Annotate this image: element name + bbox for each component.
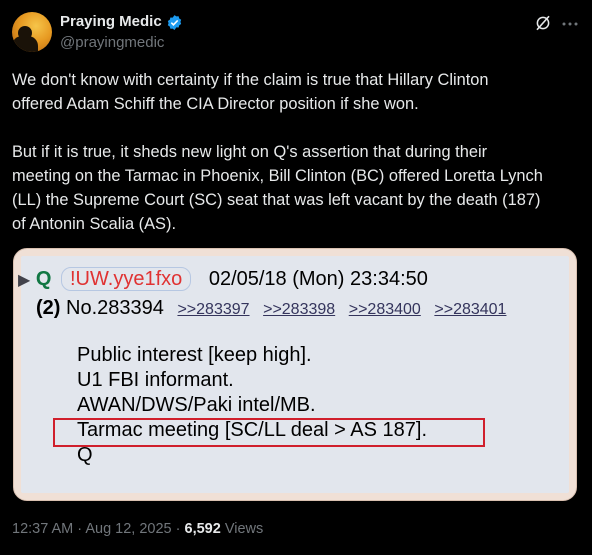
- post-tripcode: !UW.yye1fxo: [61, 267, 192, 291]
- avatar-silhouette-body: [12, 36, 38, 52]
- views-count: 6,592: [184, 521, 221, 537]
- avatar[interactable]: [12, 12, 52, 52]
- grok-icon[interactable]: [534, 14, 552, 32]
- tweet-line: We don't know with certainty if the clai…: [12, 71, 489, 89]
- author-handle[interactable]: @prayingmedic: [60, 34, 164, 51]
- tweet-line: offered Adam Schiff the CIA Director pos…: [12, 95, 419, 113]
- post-body-line: AWAN/DWS/Paki intel/MB.: [77, 394, 316, 416]
- post-index: (2): [36, 297, 61, 319]
- highlight-box: [53, 418, 485, 447]
- post-date: 02/05/18 (Mon) 23:34:50: [208, 268, 428, 290]
- tweet-line: (LL) the Supreme Court (SC) seat that wa…: [12, 191, 541, 209]
- post-header: ▶ Q !UW.yye1fxo 02/05/18 (Mon) 23:34:50: [18, 267, 428, 291]
- post-number-line: (2) No.283394 >>283397 >>283398 >>283400…: [36, 297, 506, 320]
- post-body-line: U1 FBI informant.: [77, 369, 234, 391]
- verified-badge-icon: [167, 15, 182, 30]
- post-number: No.283394: [66, 297, 164, 319]
- tweet-line: But if it is true, it sheds new light on…: [12, 143, 488, 161]
- tweet-line: meeting on the Tarmac in Phoenix, Bill C…: [12, 167, 543, 185]
- tweet-text: We don't know with certainty if the clai…: [12, 68, 582, 236]
- tweet-line: of Antonin Scalia (AS).: [12, 215, 176, 233]
- post-body-line: Public interest [keep high].: [77, 344, 312, 366]
- reply-link: >>283397: [177, 301, 250, 318]
- views-label: Views: [220, 521, 264, 537]
- reply-link: >>283398: [263, 301, 336, 318]
- post-arrow-icon: ▶: [18, 272, 31, 289]
- post-author: Q: [35, 268, 52, 290]
- tweet-meta: 12:37 AM · Aug 12, 2025 · 6,592 Views: [12, 521, 263, 537]
- reply-link: >>283400: [348, 301, 421, 318]
- reply-link: >>283401: [434, 301, 507, 318]
- more-options-icon[interactable]: [561, 15, 579, 33]
- post-body: Public interest [keep high]. U1 FBI info…: [77, 343, 427, 468]
- author-name[interactable]: Praying Medic: [60, 13, 162, 30]
- timestamp[interactable]: 12:37 AM · Aug 12, 2025 ·: [12, 521, 185, 537]
